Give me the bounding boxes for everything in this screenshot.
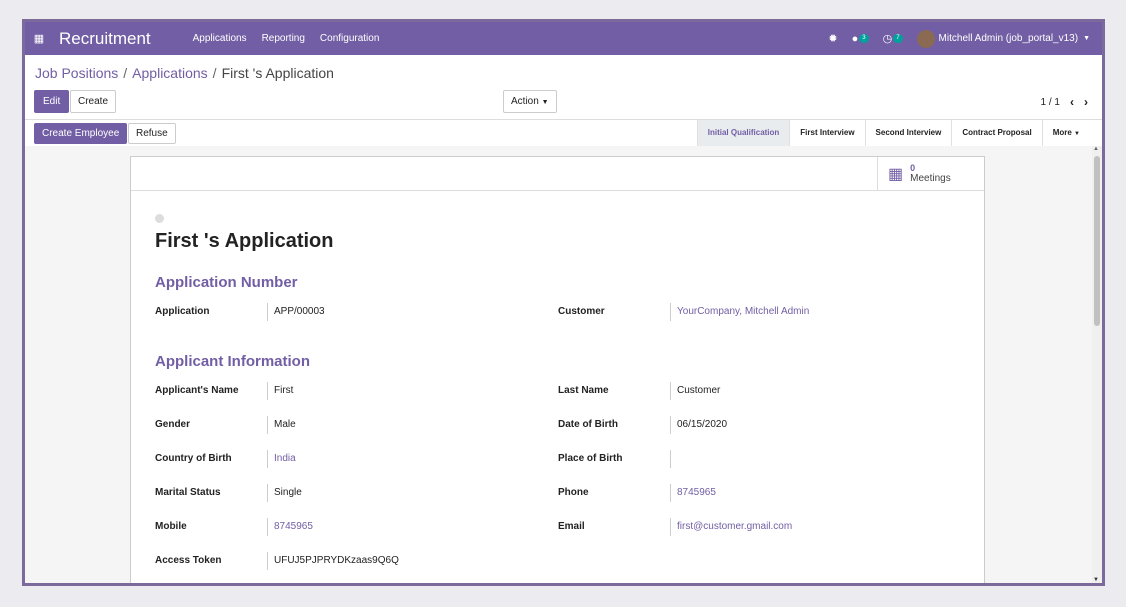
meetings-count: 0 [910,163,916,173]
breadcrumb-job-positions[interactable]: Job Positions [35,65,118,81]
field-application: Application APP/00003 [155,303,325,321]
priority-star-icon[interactable] [155,214,164,223]
user-caret-icon[interactable]: ▼ [1083,35,1090,42]
field-gender: Gender Male [155,416,296,434]
field-value[interactable]: Customer [670,382,720,400]
field-access-token: Access Token UFUJ5PJPRYDKzaas9Q6Q [155,552,399,570]
field-label: Mobile [155,521,187,532]
action-dropdown[interactable]: Action ▼ [503,90,557,113]
activity-clock-icon[interactable]: ◷ 7 [883,32,903,45]
phone-link[interactable]: 8745965 [670,484,716,502]
section-application-number: Application Number [155,274,298,291]
country-link[interactable]: India [267,450,296,468]
field-label: Access Token [155,555,222,566]
breadcrumb-current: First 's Application [221,65,334,81]
pager-previous-icon[interactable]: ‹ [1070,95,1074,109]
stage-contract-proposal[interactable]: Contract Proposal [951,120,1041,146]
breadcrumb-separator: / [123,65,128,81]
form-background: ▦ 0 Meetings First 's Application Applic… [25,146,1092,583]
field-email: Email first@customer.gmail.com [558,518,792,536]
main-menu: Applications Reporting Configuration [193,33,380,44]
field-value[interactable]: Single [267,484,302,502]
field-value[interactable]: First [267,382,293,400]
calendar-icon: ▦ [888,165,904,183]
scrollbar[interactable]: ▲ ▼ [1092,146,1102,583]
action-label: Action [511,96,539,107]
field-label: Date of Birth [558,419,618,430]
stage-first-interview[interactable]: First Interview [789,120,864,146]
breadcrumb-separator: / [212,65,217,81]
form-statusbar: Create Employee Refuse Initial Qualifica… [25,120,1102,147]
field-marital-status: Marital Status Single [155,484,302,502]
chat-icon[interactable]: ● 3 [852,33,869,45]
bug-icon[interactable]: ✹ [828,32,837,45]
field-value[interactable]: APP/00003 [267,303,325,321]
edit-button[interactable]: Edit [34,90,70,113]
field-date-of-birth: Date of Birth 06/15/2020 [558,416,727,434]
menu-configuration[interactable]: Configuration [320,33,379,44]
section-applicant-information: Applicant Information [155,353,310,370]
control-panel: Job Positions / Applications / First 's Appl… [25,55,1102,120]
stage-initial-qualification[interactable]: Initial Qualification [696,120,790,146]
mobile-link[interactable]: 8745965 [267,518,313,536]
field-value[interactable] [670,450,680,468]
top-navbar: ▦ Recruitment Applications Reporting Con… [25,22,1102,55]
pager: 1 / 1 ‹ › [1041,95,1088,109]
field-last-name: Last Name Customer [558,382,720,400]
apps-menu-icon[interactable]: ▦ [25,32,53,45]
field-value[interactable]: Male [267,416,296,434]
pager-value[interactable]: 1 / 1 [1041,97,1060,108]
field-customer: Customer YourCompany, Mitchell Admin [558,303,809,321]
field-value[interactable]: UFUJ5PJPRYDKzaas9Q6Q [267,552,399,570]
field-phone: Phone 8745965 [558,484,716,502]
stage-pipeline: Initial Qualification First Interview Se… [696,120,1090,146]
meetings-stat: 0 Meetings [910,163,951,184]
user-menu[interactable]: Mitchell Admin (job_portal_v13) [939,33,1079,44]
pager-next-icon[interactable]: › [1084,95,1088,109]
navbar-systray: ✹ ● 3 ◷ 7 Mitchell Admin (job_portal_v13) … [828,22,1090,55]
field-label: Email [558,521,585,532]
breadcrumb: Job Positions / Applications / First 's Appl… [35,65,334,81]
stage-more-dropdown[interactable]: More ▼ [1041,120,1090,146]
app-name[interactable]: Recruitment [59,29,151,49]
menu-applications[interactable]: Applications [193,33,247,44]
chevron-down-icon: ▼ [541,99,549,106]
field-value[interactable]: 06/15/2020 [670,416,727,434]
customer-link[interactable]: YourCompany, Mitchell Admin [670,303,809,321]
breadcrumb-applications[interactable]: Applications [132,65,208,81]
field-label: Application [155,306,210,317]
meetings-label: Meetings [910,173,951,184]
field-label: Marital Status [155,487,221,498]
button-box: ▦ 0 Meetings [131,157,984,191]
menu-reporting[interactable]: Reporting [262,33,305,44]
field-label: Place of Birth [558,453,623,464]
field-label: Last Name [558,385,609,396]
refuse-button[interactable]: Refuse [128,123,176,144]
field-country-of-birth: Country of Birth India [155,450,296,468]
field-label: Country of Birth [155,453,232,464]
field-label: Gender [155,419,191,430]
stage-more-label: More [1052,128,1072,137]
field-place-of-birth: Place of Birth [558,450,680,468]
chat-badge: 3 [859,34,869,43]
create-button[interactable]: Create [70,90,117,113]
email-link[interactable]: first@customer.gmail.com [670,518,792,536]
activity-badge: 7 [893,34,903,43]
app-window: ▦ Recruitment Applications Reporting Con… [22,19,1105,586]
field-applicant-name: Applicant's Name First [155,382,293,400]
stage-second-interview[interactable]: Second Interview [864,120,952,146]
create-employee-button[interactable]: Create Employee [34,123,128,144]
meetings-button[interactable]: ▦ 0 Meetings [877,157,984,190]
field-mobile: Mobile 8745965 [155,518,313,536]
chevron-down-icon: ▼ [1074,131,1080,137]
field-label: Phone [558,487,589,498]
scroll-up-icon[interactable]: ▲ [1093,146,1099,152]
form-sheet: ▦ 0 Meetings First 's Application Applic… [130,156,985,583]
page-title: First 's Application [155,230,334,252]
avatar[interactable] [916,29,935,48]
scroll-down-icon[interactable]: ▼ [1093,577,1099,583]
scroll-thumb[interactable] [1094,156,1100,326]
field-label: Applicant's Name [155,385,239,396]
field-label: Customer [558,306,605,317]
